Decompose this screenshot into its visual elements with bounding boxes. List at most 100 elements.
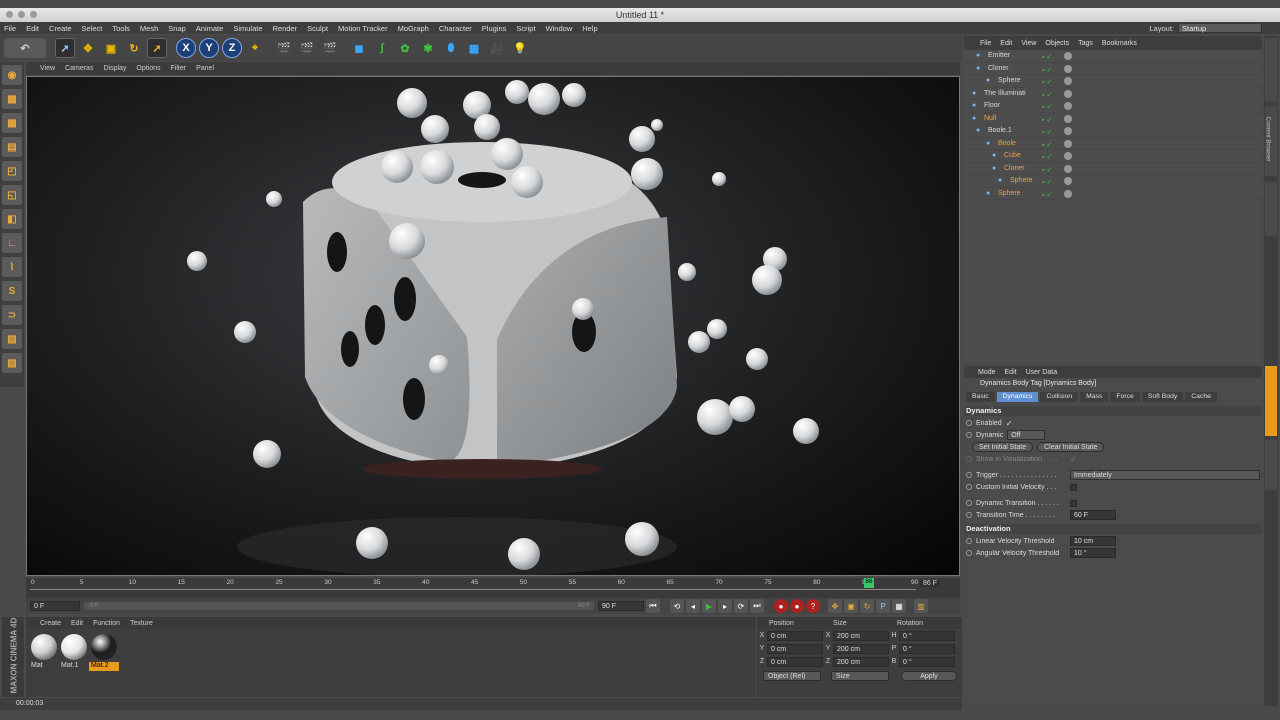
make-editable-icon[interactable]: ◉ [2,65,22,85]
play-button[interactable]: ▶ [702,599,716,613]
timeline-ruler[interactable]: 051015202530354045505560657075808590 86 … [26,578,960,598]
object-menu-objects[interactable]: Objects [1045,40,1069,47]
menu-sculpt[interactable]: Sculpt [307,24,328,33]
civ-checkbox[interactable] [1070,483,1077,491]
object-row[interactable]: ● Floor ▪ ✓ [964,100,1262,113]
move-tool-button[interactable]: ✥ [78,38,98,58]
render-view-button[interactable]: 🎬 [274,38,294,58]
rotation-key-button[interactable]: ↻ [860,599,874,613]
menu-file[interactable]: File [4,24,16,33]
viewport-menu-options[interactable]: Options [136,65,160,72]
object-menu-file[interactable]: File [980,40,991,47]
scene-button[interactable]: ▦ [464,38,484,58]
array-button[interactable]: ✾ [418,38,438,58]
object-row[interactable]: ● Null ▪ ✓ [964,113,1262,125]
rotation-value-field[interactable]: 0 ° [899,630,955,641]
object-row[interactable]: ● Cloner ▪ ✓ [964,163,1262,175]
menu-character[interactable]: Character [439,24,472,33]
previous-key-button[interactable]: ⟲ [670,599,684,613]
point-level-button[interactable]: ▦ [892,599,906,613]
menu-simulate[interactable]: Simulate [233,24,262,33]
coordinate-mode-dropdown[interactable]: Object (Rel) [763,671,821,681]
object-tag-icon[interactable] [1064,77,1072,85]
workplane-mode-icon[interactable]: ▤ [2,137,22,157]
object-menu-edit[interactable]: Edit [1000,40,1012,47]
object-row[interactable]: ● Boole ▪ ✓ [964,138,1262,150]
enabled-checkbox[interactable]: ✓ [1006,419,1013,428]
attribute-menu-user-data[interactable]: User Data [1026,369,1058,376]
trans-time-field[interactable]: 60 F [1070,510,1116,520]
menu-render[interactable]: Render [273,24,298,33]
menu-mograph[interactable]: MoGraph [398,24,429,33]
material-swatch[interactable]: Mat.1 [59,632,89,671]
dyn-trans-checkbox[interactable] [1070,499,1077,507]
lin-field[interactable]: 10 cm [1070,536,1116,546]
points-mode-icon[interactable]: ◰ [2,161,22,181]
object-row[interactable]: ● Sphere ▪ ✓ [964,188,1262,202]
object-tag-icon[interactable] [1064,164,1072,173]
object-row[interactable]: ● Cloner ▪ ✓ [964,63,1262,75]
zoom-window-icon[interactable] [30,11,37,18]
model-mode-icon[interactable]: ▩ [2,89,22,109]
material-menu-texture[interactable]: Texture [130,620,153,627]
menu-mesh[interactable]: Mesh [140,24,158,33]
trigger-dropdown[interactable]: Immediately [1070,470,1260,480]
go-to-start-button[interactable]: ⏮ [646,599,660,613]
undo-button[interactable]: ↶ [4,38,46,58]
attribute-menu-edit[interactable]: Edit [1005,369,1017,376]
object-tag-icon[interactable] [1064,139,1072,148]
trans-time-radio[interactable] [966,512,972,518]
menu-script[interactable]: Script [516,24,535,33]
spline-button[interactable]: ∫ [372,38,392,58]
visibility-toggle-icon[interactable]: ▪ ✓ [1042,190,1052,202]
z-axis-button[interactable]: Z [222,38,242,58]
parameter-key-button[interactable]: P [876,599,890,613]
render-settings-button[interactable]: 🎬 [320,38,340,58]
current-frame-field[interactable]: 86 F [919,580,940,587]
minimize-window-icon[interactable] [18,11,25,18]
autokey-button[interactable]: ● [790,599,804,613]
object-menu-view[interactable]: View [1021,40,1036,47]
menu-plugins[interactable]: Plugins [482,24,507,33]
keyframe-selection-button[interactable]: ? [806,599,820,613]
close-window-icon[interactable] [6,11,13,18]
render-picture-viewer-button[interactable]: 🎬 [297,38,317,58]
size-value-field[interactable]: 200 cm [833,630,889,641]
size-value-field[interactable]: 200 cm [833,643,889,654]
layout-selector[interactable]: Layout: Startup [1149,22,1262,34]
tab-dynamics[interactable]: Dynamics [996,392,1039,402]
menu-motion-tracker[interactable]: Motion Tracker [338,24,388,33]
texture-mode-icon[interactable]: ▦ [2,113,22,133]
object-row[interactable]: ● Boole.1 ▪ ✓ [964,125,1262,138]
object-row[interactable]: ● The Illuminati ▪ ✓ [964,88,1262,100]
x-axis-button[interactable]: X [176,38,196,58]
apply-button[interactable]: Apply [901,671,957,681]
dynamic-dropdown[interactable]: Off [1007,430,1046,440]
workplane-lock-icon[interactable]: ▧ [2,329,22,349]
dynamic-radio[interactable] [966,432,972,438]
object-tag-icon[interactable] [1064,102,1072,110]
tab-mass[interactable]: Mass [1080,392,1109,402]
edges-mode-icon[interactable]: ◱ [2,185,22,205]
object-menu-bookmarks[interactable]: Bookmarks [1102,40,1137,47]
show-vis-checkbox[interactable]: ✓ [1070,455,1077,464]
object-row[interactable]: ● Sphere ▪ ✓ [964,75,1262,88]
side-tab-layers[interactable]: Layers [1265,440,1277,490]
object-tag-icon[interactable] [1064,152,1072,160]
menu-help[interactable]: Help [582,24,597,33]
snap-icon[interactable]: S [2,281,22,301]
camera-button[interactable]: 🎥 [487,38,507,58]
timeline-window-button[interactable]: ▥ [914,599,928,613]
menu-create[interactable]: Create [49,24,72,33]
object-tag-icon[interactable] [1064,89,1072,98]
next-key-button[interactable]: ⟳ [734,599,748,613]
ang-field[interactable]: 10 ° [1070,548,1116,558]
deformer-button[interactable]: ⬮ [441,38,461,58]
end-frame-field[interactable]: 90 F [598,601,644,611]
menu-window[interactable]: Window [546,24,573,33]
position-value-field[interactable]: 0 cm [767,656,823,667]
scale-tool-button[interactable]: ▣ [101,38,121,58]
size-value-field[interactable]: 200 cm [833,656,889,667]
axis-mode-icon[interactable]: ∟ [2,233,22,253]
magnet-icon[interactable]: ⊃ [2,305,22,325]
